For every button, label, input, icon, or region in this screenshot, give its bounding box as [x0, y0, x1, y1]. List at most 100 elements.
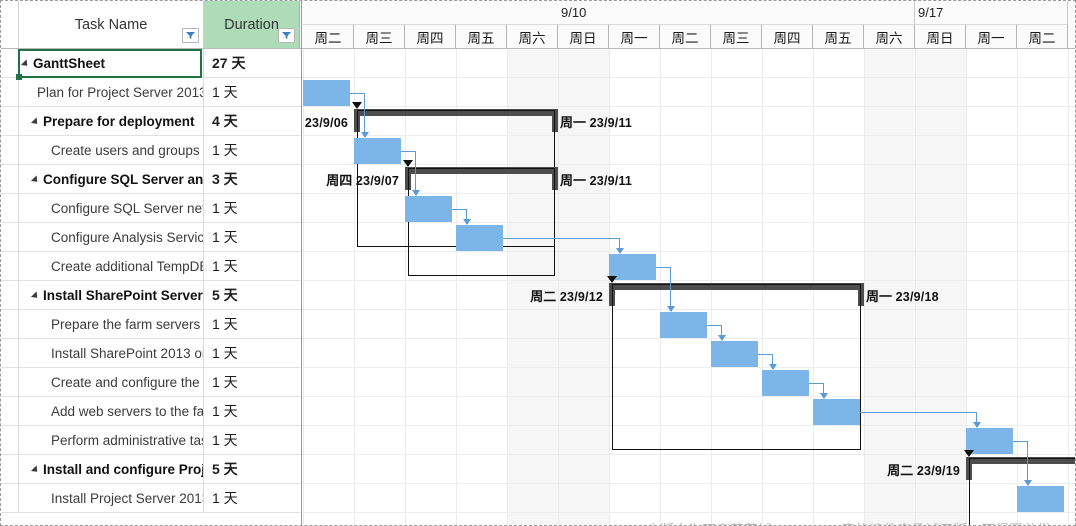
- timeline-day-header[interactable]: 周六: [507, 24, 558, 48]
- row-header-cell[interactable]: [1, 281, 19, 309]
- cell-task-name[interactable]: Install SharePoint Server 201: [19, 281, 204, 309]
- timeline-day-header[interactable]: 周三: [711, 24, 762, 48]
- collapse-triangle-icon[interactable]: [30, 465, 41, 475]
- timeline-day-header[interactable]: 周三: [354, 24, 405, 48]
- collapse-triangle-icon[interactable]: [20, 59, 31, 69]
- grid-chart-splitter[interactable]: [301, 1, 302, 525]
- timeline-day-header[interactable]: 周二: [660, 24, 711, 48]
- table-row[interactable]: Install Project Server 2013 o 1 天: [1, 484, 301, 513]
- cell-duration[interactable]: 1 天: [204, 339, 300, 367]
- collapse-triangle-icon[interactable]: [30, 175, 41, 185]
- timeline-day-header[interactable]: 周四: [405, 24, 456, 48]
- table-row[interactable]: Prepare for deployment 4 天: [1, 107, 301, 136]
- cell-duration[interactable]: 5 天: [204, 455, 300, 483]
- gantt-task-bar[interactable]: [456, 225, 503, 251]
- row-header-cell[interactable]: [1, 165, 19, 193]
- row-header-cell[interactable]: [1, 484, 19, 512]
- grid-corner-cell[interactable]: [1, 1, 19, 48]
- cell-duration[interactable]: 1 天: [204, 78, 300, 106]
- cell-duration[interactable]: 1 天: [204, 397, 300, 425]
- table-row[interactable]: Create users and groups in 1 天: [1, 136, 301, 165]
- table-row[interactable]: Plan for Project Server 2013 1 天: [1, 78, 301, 107]
- timeline-day-header[interactable]: 周一: [966, 24, 1017, 48]
- cell-duration[interactable]: 5 天: [204, 281, 300, 309]
- row-header-cell[interactable]: [1, 136, 19, 164]
- table-row[interactable]: Configure Analysis Service 1 天: [1, 223, 301, 252]
- cell-task-name[interactable]: Add web servers to the farm: [19, 397, 204, 425]
- row-header-cell[interactable]: [1, 310, 19, 338]
- timeline-day-header[interactable]: 周日: [915, 24, 966, 48]
- table-row[interactable]: Install and configure Project 5 天: [1, 455, 301, 484]
- gantt-task-bar[interactable]: [813, 399, 860, 425]
- gantt-task-bar[interactable]: [762, 370, 809, 396]
- gantt-task-bar[interactable]: [711, 341, 758, 367]
- gantt-task-bar[interactable]: [303, 80, 350, 106]
- table-row[interactable]: Create additional TempDB 1 天: [1, 252, 301, 281]
- cell-task-name[interactable]: Prepare for deployment: [19, 107, 204, 135]
- row-header-cell[interactable]: [1, 194, 19, 222]
- cell-duration[interactable]: 1 天: [204, 368, 300, 396]
- timeline-day-header[interactable]: 周一: [609, 24, 660, 48]
- collapse-triangle-icon[interactable]: [30, 291, 41, 301]
- gantt-task-bar[interactable]: [660, 312, 707, 338]
- gantt-summary-bar[interactable]: [609, 283, 864, 290]
- cell-task-name[interactable]: Configure SQL Server netw: [19, 194, 204, 222]
- row-header-cell[interactable]: [1, 397, 19, 425]
- cell-duration[interactable]: 1 天: [204, 223, 300, 251]
- row-header-cell[interactable]: [1, 107, 19, 135]
- cell-task-name[interactable]: Install Project Server 2013 o: [19, 484, 204, 512]
- gantt-summary-bar[interactable]: [405, 167, 558, 174]
- filter-dropdown-icon-duration[interactable]: [278, 28, 295, 43]
- cell-task-name[interactable]: Create additional TempDB: [19, 252, 204, 280]
- column-header-duration[interactable]: Duration: [204, 1, 300, 48]
- timeline-day-header[interactable]: 周二: [303, 24, 354, 48]
- gantt-task-bar[interactable]: [405, 196, 452, 222]
- row-header-cell[interactable]: [1, 455, 19, 483]
- cell-task-name[interactable]: Plan for Project Server 2013: [19, 78, 204, 106]
- cell-task-name[interactable]: Create users and groups in: [19, 136, 204, 164]
- table-row[interactable]: GanttSheet 27 天: [1, 49, 301, 78]
- cell-task-name[interactable]: Perform administrative task: [19, 426, 204, 454]
- gantt-task-bar[interactable]: [1017, 486, 1064, 512]
- timeline-day-header[interactable]: 周二: [1017, 24, 1068, 48]
- cell-duration[interactable]: 1 天: [204, 484, 300, 512]
- column-header-task-name[interactable]: Task Name: [19, 1, 204, 48]
- cell-duration[interactable]: 4 天: [204, 107, 300, 135]
- gantt-canvas[interactable]: 周三 23/9/06 周一 23/9/11 周四 23/9/07 周一 23/9/11…: [301, 49, 1075, 525]
- timeline-day-header[interactable]: 周四: [762, 24, 813, 48]
- collapse-triangle-icon[interactable]: [30, 117, 41, 127]
- cell-task-name[interactable]: Install SharePoint 2013 on t: [19, 339, 204, 367]
- gantt-summary-bar[interactable]: [966, 457, 1075, 464]
- table-row[interactable]: Add web servers to the farm 1 天: [1, 397, 301, 426]
- cell-duration[interactable]: 1 天: [204, 310, 300, 338]
- row-header-cell[interactable]: [1, 49, 19, 77]
- gantt-summary-bar[interactable]: [354, 109, 558, 116]
- table-row[interactable]: Install SharePoint Server 201 5 天: [1, 281, 301, 310]
- table-row[interactable]: Configure SQL Server netw 1 天: [1, 194, 301, 223]
- cell-duration[interactable]: 1 天: [204, 136, 300, 164]
- cell-task-name[interactable]: Configure SQL Server and A: [19, 165, 204, 193]
- table-row[interactable]: Create and configure the fa 1 天: [1, 368, 301, 397]
- cell-task-name[interactable]: Prepare the farm servers: [19, 310, 204, 338]
- filter-dropdown-icon-task[interactable]: [182, 28, 199, 43]
- row-header-cell[interactable]: [1, 426, 19, 454]
- gantt-task-bar[interactable]: [354, 138, 401, 164]
- timeline-day-header[interactable]: 周五: [456, 24, 507, 48]
- timeline-day-header[interactable]: 周日: [558, 24, 609, 48]
- timeline-day-header[interactable]: 周六: [864, 24, 915, 48]
- row-header-cell[interactable]: [1, 368, 19, 396]
- table-row[interactable]: Configure SQL Server and A 3 天: [1, 165, 301, 194]
- cell-task-name[interactable]: Configure Analysis Service: [19, 223, 204, 251]
- table-row[interactable]: Perform administrative task 1 天: [1, 426, 301, 455]
- cell-task-name[interactable]: Install and configure Project: [19, 455, 204, 483]
- cell-duration[interactable]: 27 天: [204, 49, 300, 77]
- row-header-cell[interactable]: [1, 339, 19, 367]
- table-row[interactable]: Prepare the farm servers 1 天: [1, 310, 301, 339]
- timeline-day-header[interactable]: 周五: [813, 24, 864, 48]
- row-header-cell[interactable]: [1, 252, 19, 280]
- cell-duration[interactable]: 1 天: [204, 252, 300, 280]
- cell-duration[interactable]: 1 天: [204, 426, 300, 454]
- table-row[interactable]: Install SharePoint 2013 on t 1 天: [1, 339, 301, 368]
- cell-duration[interactable]: 3 天: [204, 165, 300, 193]
- cell-task-name[interactable]: Create and configure the fa: [19, 368, 204, 396]
